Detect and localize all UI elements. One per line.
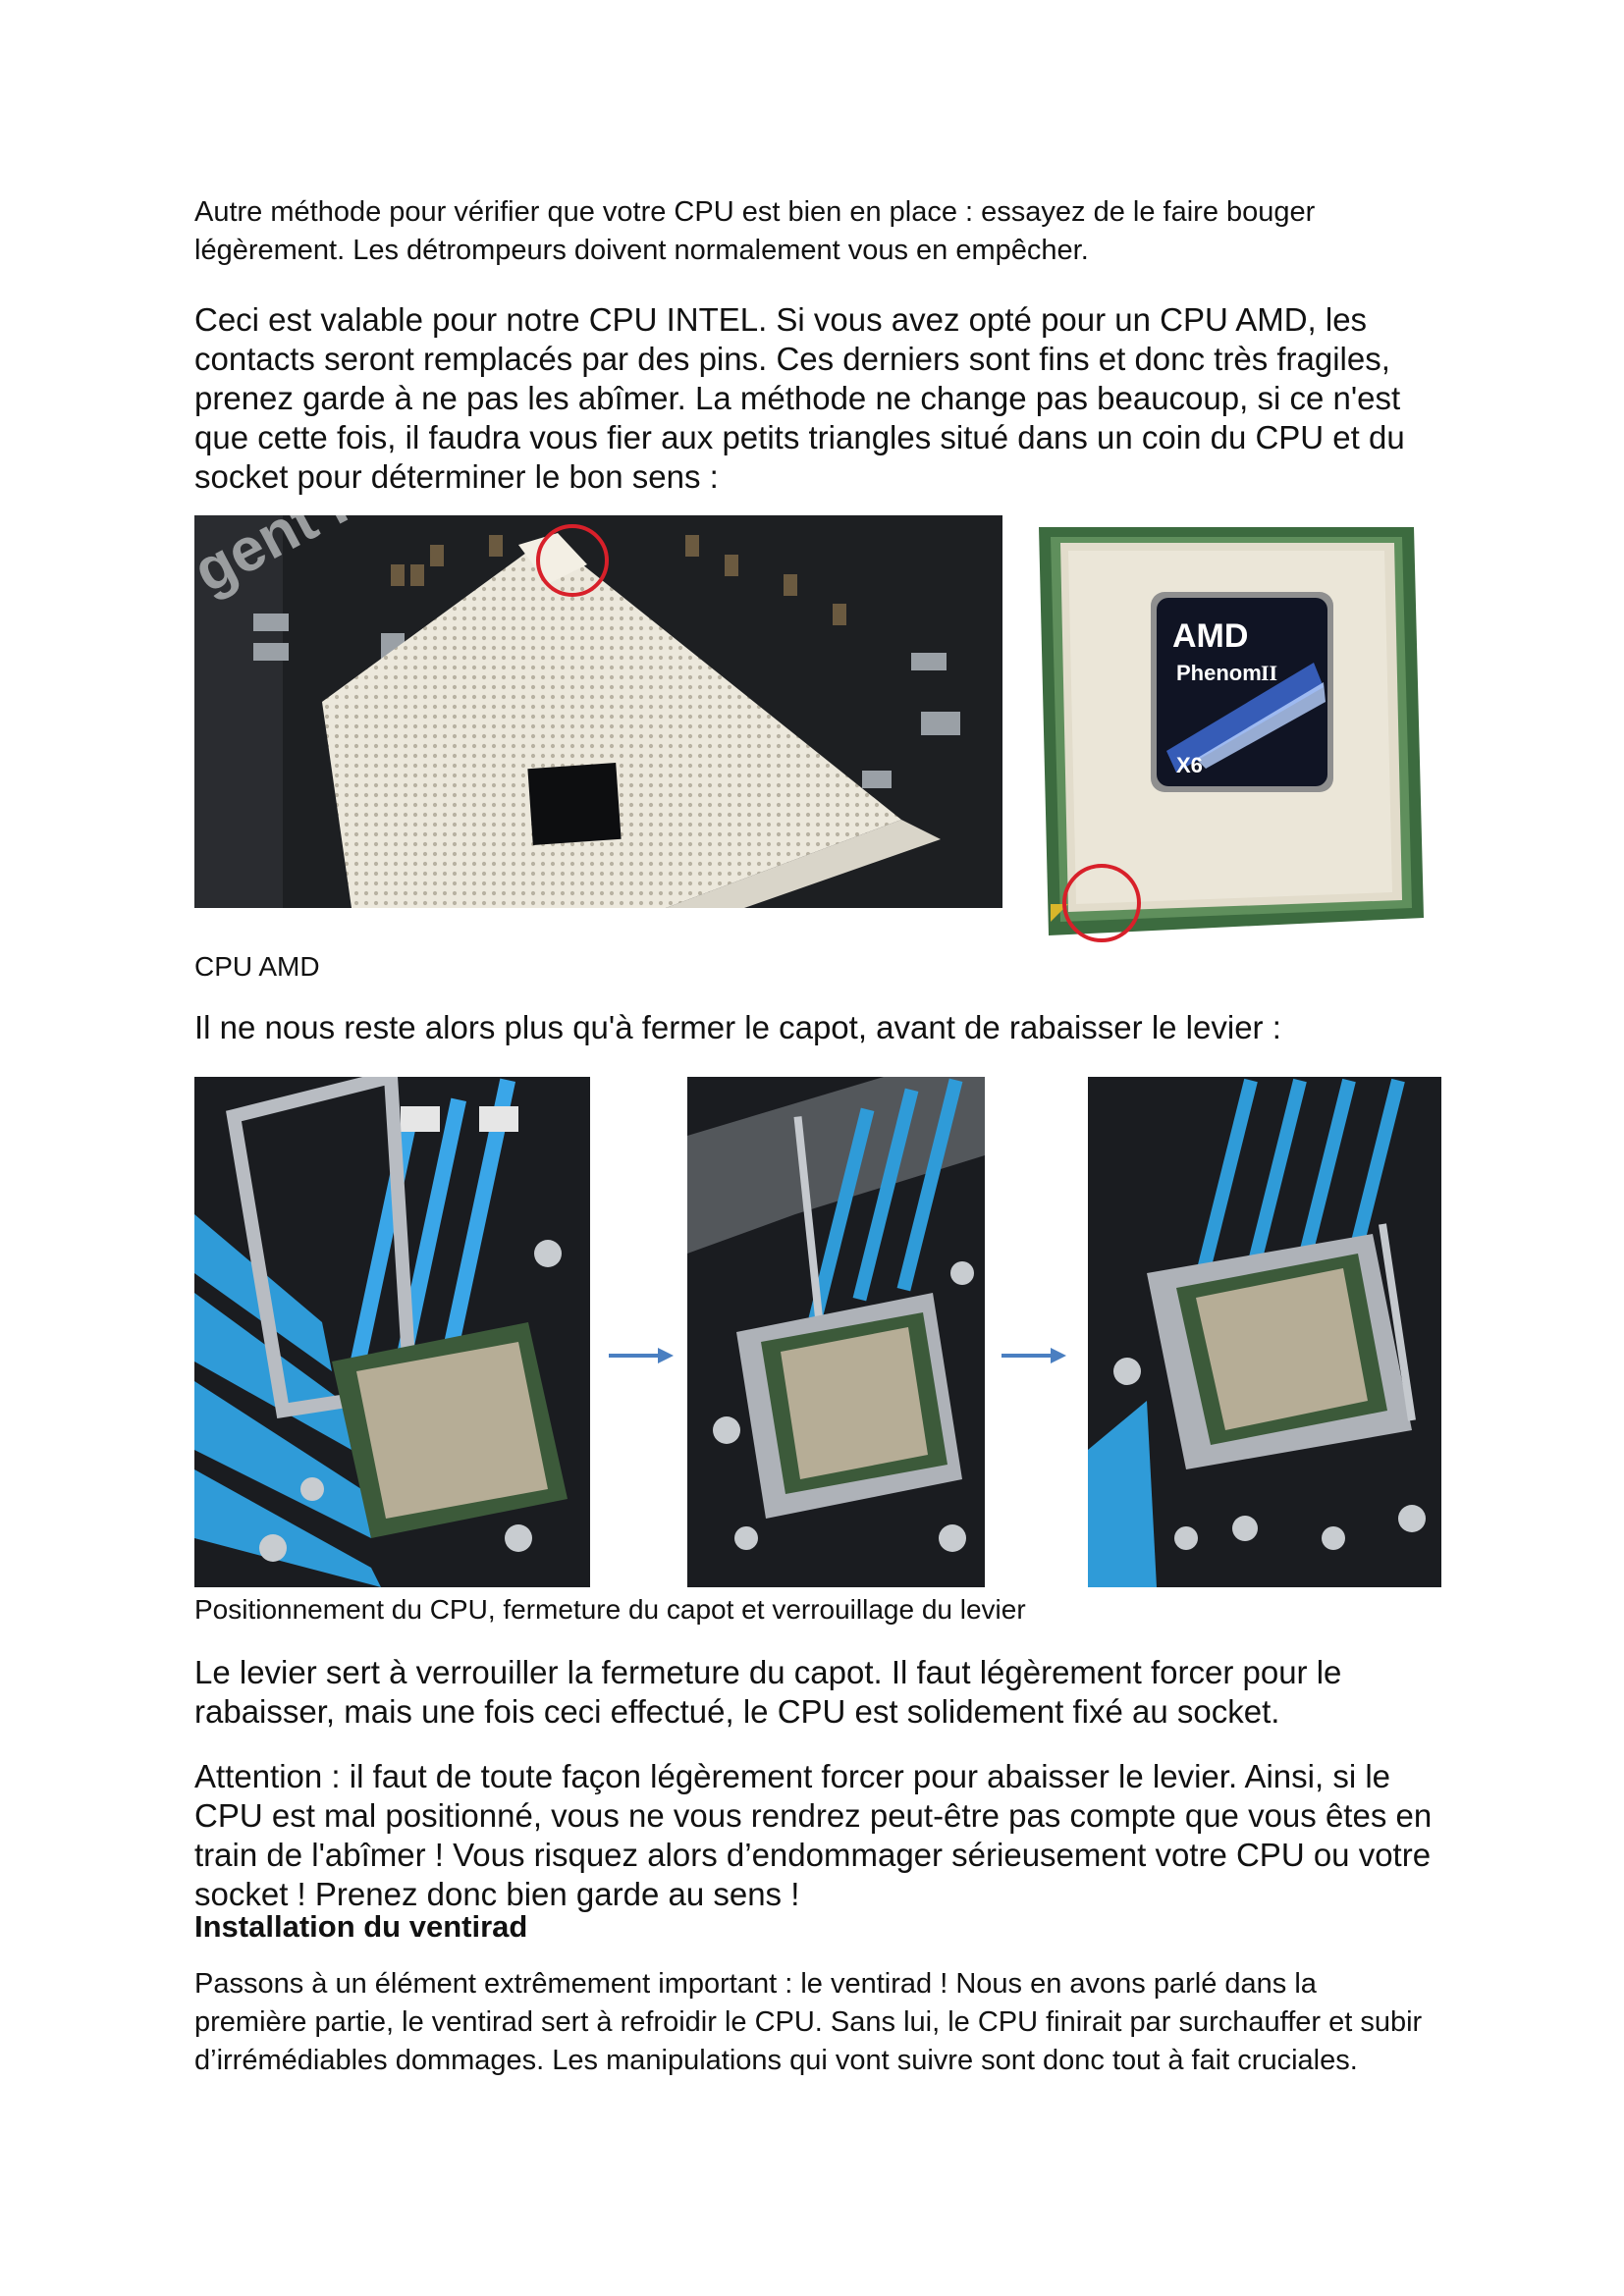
amd-caption: CPU AMD (194, 951, 320, 982)
warning-paragraph: Attention : il faut de toute façon légèr… (194, 1758, 1433, 1912)
amd-cpu-photo: AMD Phenom II X6 (1029, 515, 1432, 947)
lever-paragraph: Le levier sert à verrouiller la fermetur… (194, 1654, 1342, 1730)
arrow-right-icon (609, 1345, 674, 1366)
lever-locked-photo (1088, 1077, 1441, 1587)
socket-open-photo (194, 1077, 590, 1587)
amd-logo-badge: AMD Phenom II X6 (1151, 592, 1333, 792)
arrow-right-icon (1001, 1345, 1066, 1366)
amd-explanation-paragraph: Ceci est valable pour notre CPU INTEL. S… (194, 301, 1405, 495)
phenom-suffix-text: II (1261, 661, 1277, 685)
lid-closing-photo (687, 1077, 985, 1587)
x6-text: X6 (1176, 753, 1203, 777)
amd-socket-photo: gent P (194, 515, 1002, 908)
amd-brand-text: AMD (1172, 617, 1248, 655)
intro-paragraph: Autre méthode pour vérifier que votre CP… (194, 196, 1316, 266)
section-heading: Installation du ventirad (194, 1909, 528, 1944)
sequence-caption: Positionnement du CPU, fermeture du capo… (194, 1594, 1026, 1625)
phenom-text: Phenom (1176, 661, 1262, 685)
close-lid-paragraph: Il ne nous reste alors plus qu'à fermer … (194, 1009, 1281, 1045)
ventirad-paragraph: Passons à un élément extrêmement importa… (194, 1968, 1423, 2076)
